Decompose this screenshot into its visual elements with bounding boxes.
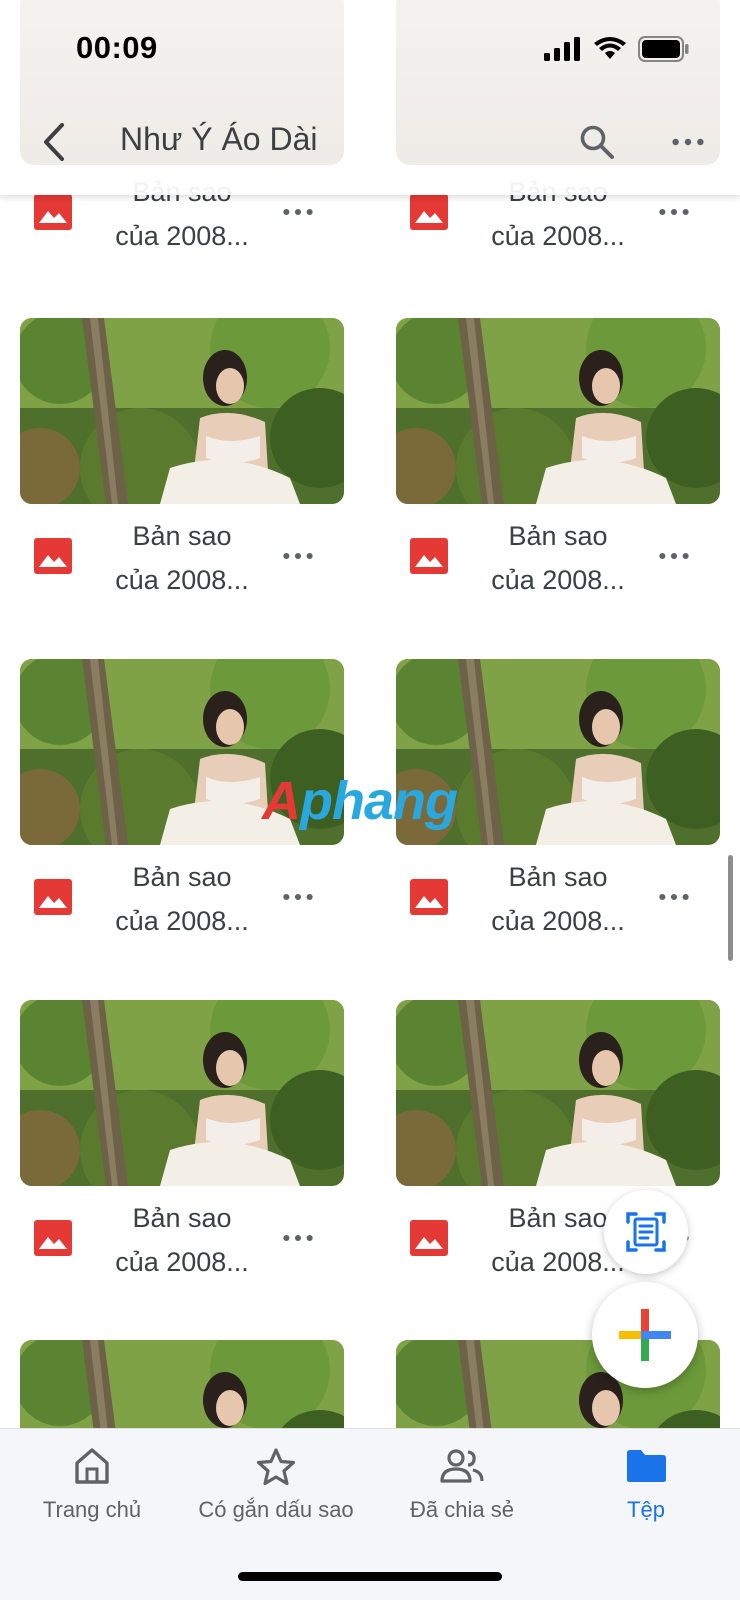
image-file-icon (34, 1220, 72, 1256)
scrollbar[interactable] (728, 855, 733, 961)
image-file-icon (34, 538, 72, 574)
file-more-button[interactable] (652, 190, 696, 234)
file-more-button[interactable] (276, 190, 320, 234)
more-horizontal-icon (282, 892, 314, 902)
app-header: 00:09 Như Ý Áo Dài (0, 0, 740, 195)
bottom-navigation: Trang chủ Có gắn dấu sao Đã chia sẻ Tệp (0, 1428, 740, 1600)
image-file-icon (34, 194, 72, 230)
home-indicator (238, 1572, 502, 1581)
more-horizontal-icon (282, 551, 314, 561)
list-item[interactable]: Bản sao của 2008... (396, 514, 720, 634)
scan-document-button[interactable] (604, 1190, 688, 1274)
file-thumbnail[interactable] (20, 318, 344, 504)
more-horizontal-icon (671, 137, 705, 147)
new-button[interactable] (592, 1282, 698, 1388)
image-file-icon (34, 879, 72, 915)
chevron-left-icon (44, 123, 64, 161)
more-horizontal-icon (658, 551, 690, 561)
nav-label: Có gắn dấu sao (198, 1497, 354, 1522)
watermark-logo: Aphang (262, 771, 458, 831)
more-horizontal-icon (658, 207, 690, 217)
search-button[interactable] (573, 118, 621, 166)
more-horizontal-icon (282, 207, 314, 217)
cellular-signal-icon (544, 37, 582, 66)
list-item[interactable]: Bản sao của 2008... (20, 1196, 344, 1316)
header-more-button[interactable] (664, 118, 712, 166)
nav-item-shared[interactable]: Đã chia sẻ (372, 1443, 552, 1543)
star-icon (256, 1448, 296, 1485)
file-more-button[interactable] (652, 534, 696, 578)
more-horizontal-icon (658, 892, 690, 902)
file-name: Bản sao của 2008... (491, 862, 625, 936)
file-more-button[interactable] (276, 875, 320, 919)
list-item[interactable]: Bản sao của 2008... (20, 855, 344, 975)
file-more-button[interactable] (276, 1216, 320, 1260)
file-name: Bản sao của 2008... (115, 862, 249, 936)
status-icons (544, 36, 690, 67)
file-thumbnail[interactable] (396, 1000, 720, 1186)
folder-icon (627, 1450, 666, 1482)
wifi-icon (594, 37, 626, 66)
document-scan-icon (626, 1212, 666, 1252)
image-file-icon (410, 879, 448, 915)
nav-label: Trang chủ (42, 1497, 142, 1522)
file-name: Bản sao của 2008... (115, 1203, 249, 1277)
image-file-icon (410, 538, 448, 574)
nav-label: Đã chia sẻ (410, 1497, 514, 1522)
list-item[interactable]: Bản sao của 2008... (20, 514, 344, 634)
file-more-button[interactable] (652, 875, 696, 919)
nav-label: Tệp (627, 1497, 665, 1522)
home-icon (75, 1448, 109, 1484)
image-file-icon (410, 194, 448, 230)
status-time: 00:09 (76, 30, 158, 65)
nav-item-files[interactable]: Tệp (556, 1443, 736, 1543)
file-name: Bản sao của 2008... (491, 521, 625, 595)
more-horizontal-icon (282, 1233, 314, 1243)
image-file-icon (410, 1220, 448, 1256)
file-thumbnail[interactable] (20, 1000, 344, 1186)
nav-item-starred[interactable]: Có gắn dấu sao (186, 1443, 366, 1543)
battery-icon (638, 36, 690, 67)
back-button[interactable] (36, 118, 72, 166)
page-title: Như Ý Áo Dài (120, 121, 318, 157)
nav-item-home[interactable]: Trang chủ (2, 1443, 182, 1543)
people-icon (440, 1449, 484, 1483)
file-name: Bản sao của 2008... (115, 521, 249, 595)
plus-icon (619, 1309, 671, 1361)
list-item[interactable]: Bản sao của 2008... (396, 855, 720, 975)
file-more-button[interactable] (276, 534, 320, 578)
file-thumbnail[interactable] (396, 318, 720, 504)
search-icon (580, 125, 614, 159)
